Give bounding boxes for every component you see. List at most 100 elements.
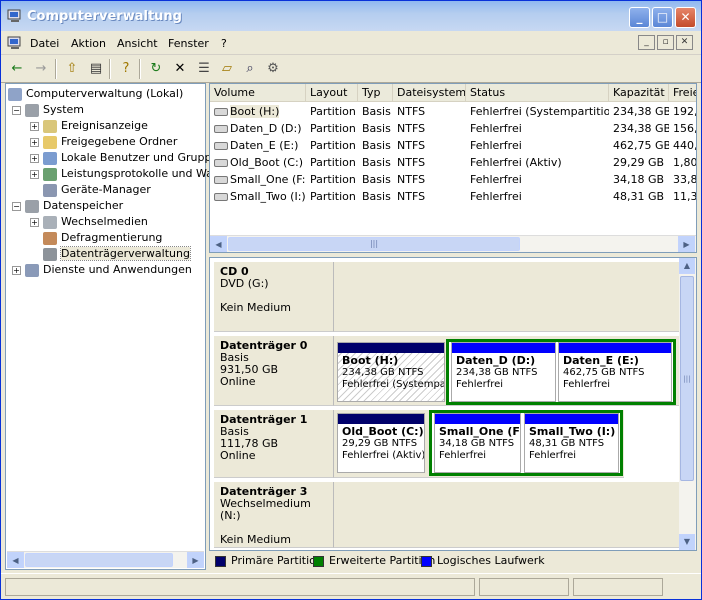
partition-old-boot[interactable]: Old_Boot (C:) 29,29 GB NTFS Fehlerfrei (…: [337, 413, 425, 473]
scrollbar-thumb[interactable]: [25, 553, 173, 567]
close-button[interactable]: ✕: [675, 7, 696, 28]
table-row[interactable]: Daten_D (D:) Partition Basis NTFS Fehlerfrei…: [210, 120, 696, 137]
table-row[interactable]: Daten_E (E:) Partition Basis NTFS Fehlerfrei…: [210, 137, 696, 154]
table-cell: 33,8: [673, 173, 697, 186]
tree-item-root[interactable]: Computerverwaltung (Lokal): [8, 86, 183, 102]
tree-item-removable[interactable]: + Wechselmedien: [30, 214, 148, 230]
scroll-up-icon[interactable]: ▲: [679, 258, 695, 274]
tree-item-eventlog[interactable]: + Ereignisanzeige: [30, 118, 148, 134]
title-bar[interactable]: Computerverwaltung _ □ ✕: [1, 1, 701, 31]
tree-item-storage[interactable]: − Datenspeicher: [12, 198, 123, 214]
menu-fenster[interactable]: Fenster: [168, 37, 209, 50]
mdi-minimize-button[interactable]: _: [638, 35, 655, 50]
removable-storage-icon: [43, 215, 57, 229]
partition-small-one[interactable]: Small_One (F:) 34,18 GB NTFS Fehlerfrei: [434, 413, 521, 473]
computer-management-icon: [7, 9, 23, 23]
collapse-icon[interactable]: −: [12, 105, 21, 115]
table-cell: 234,38 GB: [613, 122, 669, 135]
scrollbar-thumb[interactable]: |||: [680, 276, 694, 481]
logical-drive-bar: [525, 414, 618, 424]
tree-item-shares[interactable]: + Freigegebene Ordner: [30, 134, 177, 150]
status-pane: [479, 578, 569, 596]
expand-icon[interactable]: +: [30, 217, 39, 227]
column-header[interactable]: Status: [466, 84, 609, 102]
table-row[interactable]: Small_One (F:) Partition Basis NTFS Fehlerfr…: [210, 171, 696, 188]
menu-help[interactable]: ?: [221, 37, 227, 50]
scrollbar-thumb[interactable]: |||: [228, 237, 520, 251]
scroll-right-icon[interactable]: ▶: [678, 236, 695, 252]
table-row[interactable]: Boot (H:) Partition Basis NTFS Fehlerfrei (S…: [210, 103, 696, 120]
legend-primary: Primäre Partition: [231, 554, 323, 567]
tree-item-system[interactable]: − System: [12, 102, 84, 118]
show-tree-icon[interactable]: ▤: [87, 60, 105, 78]
forward-icon[interactable]: →: [32, 60, 50, 78]
column-header[interactable]: Layout: [306, 84, 358, 102]
mdi-restore-button[interactable]: ▫: [657, 35, 674, 50]
volume-name: Boot (H:): [230, 105, 280, 118]
table-cell: Basis: [362, 190, 391, 203]
table-row[interactable]: Small_Two (I:) Partition Basis NTFS Fehlerfr…: [210, 188, 696, 205]
table-cell: Fehlerfrei (Systempartition): [470, 105, 609, 118]
column-header[interactable]: Kapazität: [609, 84, 669, 102]
table-cell: NTFS: [397, 105, 426, 118]
disk-1-label[interactable]: Datenträger 1 Basis 111,78 GB Online: [214, 410, 334, 478]
delete-icon[interactable]: ✕: [171, 60, 189, 78]
disk-0-label[interactable]: Datenträger 0 Basis 931,50 GB Online: [214, 336, 334, 406]
list-horizontal-scrollbar[interactable]: ◀ ||| ▶: [210, 235, 696, 252]
disk-status: Kein Medium: [220, 533, 291, 546]
column-header[interactable]: Typ: [358, 84, 393, 102]
minimize-button[interactable]: _: [629, 7, 650, 28]
tree-item-services[interactable]: + Dienste und Anwendungen: [12, 262, 192, 278]
table-cell: Boot (H:): [210, 103, 306, 120]
refresh-icon[interactable]: ↻: [147, 60, 165, 78]
collapse-icon[interactable]: −: [12, 201, 21, 211]
tree-item-defrag[interactable]: Defragmentierung: [43, 230, 162, 246]
app-menu-icon[interactable]: [7, 36, 23, 50]
up-folder-icon[interactable]: ⇧: [63, 60, 81, 78]
scroll-left-icon[interactable]: ◀: [210, 236, 227, 252]
menu-ansicht[interactable]: Ansicht: [117, 37, 158, 50]
settings-icon[interactable]: ⚙: [264, 60, 282, 78]
status-pane: [573, 578, 663, 596]
menu-datei[interactable]: Datei: [30, 37, 59, 50]
expand-icon[interactable]: +: [30, 153, 39, 163]
scroll-left-icon[interactable]: ◀: [7, 552, 24, 568]
properties-icon[interactable]: ☰: [195, 60, 213, 78]
expand-icon[interactable]: +: [12, 265, 21, 275]
shared-folder-icon: [43, 135, 57, 149]
column-header[interactable]: Freier Speicher: [669, 84, 696, 102]
maximize-button[interactable]: □: [652, 7, 673, 28]
partition-small-two[interactable]: Small_Two (I:) 48,31 GB NTFS Fehlerfrei: [524, 413, 619, 473]
menu-aktion[interactable]: Aktion: [71, 37, 106, 50]
table-cell: Partition: [310, 122, 356, 135]
volume-name: Daten_D (D:): [230, 122, 302, 135]
column-header[interactable]: Volume: [210, 84, 306, 102]
partition-daten-d[interactable]: Daten_D (D:) 234,38 GB NTFS Fehlerfrei: [451, 342, 556, 402]
tree-item-diskmgmt[interactable]: Datenträgerverwaltung: [43, 246, 191, 262]
disk-cd0-label[interactable]: CD 0 DVD (G:) Kein Medium: [214, 262, 334, 332]
tree-item-users[interactable]: + Lokale Benutzer und Gruppen: [30, 150, 225, 166]
partition-name: Small_Two (I:): [529, 425, 616, 438]
expand-icon[interactable]: +: [30, 137, 39, 147]
table-cell: Partition: [310, 105, 356, 118]
search-icon[interactable]: ⌕: [241, 60, 259, 78]
help-icon[interactable]: ?: [117, 60, 135, 78]
disk-3-label[interactable]: Datenträger 3 Wechselmedium (N:) Kein Me…: [214, 482, 334, 548]
scroll-right-icon[interactable]: ▶: [187, 552, 204, 568]
computer-icon: [8, 87, 22, 101]
expand-icon[interactable]: +: [30, 169, 39, 179]
graph-vertical-scrollbar[interactable]: ▲ ||| ▼: [679, 258, 696, 550]
back-icon[interactable]: ←: [8, 60, 26, 78]
tree-horizontal-scrollbar[interactable]: ◀ ▶: [7, 551, 204, 568]
column-header[interactable]: Dateisystem: [393, 84, 466, 102]
open-icon[interactable]: ▱: [218, 60, 236, 78]
partition-daten-e[interactable]: Daten_E (E:) 462,75 GB NTFS Fehlerfrei: [558, 342, 672, 402]
mdi-close-button[interactable]: ✕: [676, 35, 693, 50]
scroll-down-icon[interactable]: ▼: [679, 534, 695, 550]
tree-item-devmgr[interactable]: Geräte-Manager: [43, 182, 151, 198]
table-row[interactable]: Old_Boot (C:) Partition Basis NTFS Fehlerfre…: [210, 154, 696, 171]
primary-partition-bar: [338, 414, 424, 424]
volume-name: Small_One (F:): [230, 173, 306, 186]
expand-icon[interactable]: +: [30, 121, 39, 131]
partition-boot[interactable]: Boot (H:) 234,38 GB NTFS Fehlerfrei (Sys…: [337, 342, 445, 402]
